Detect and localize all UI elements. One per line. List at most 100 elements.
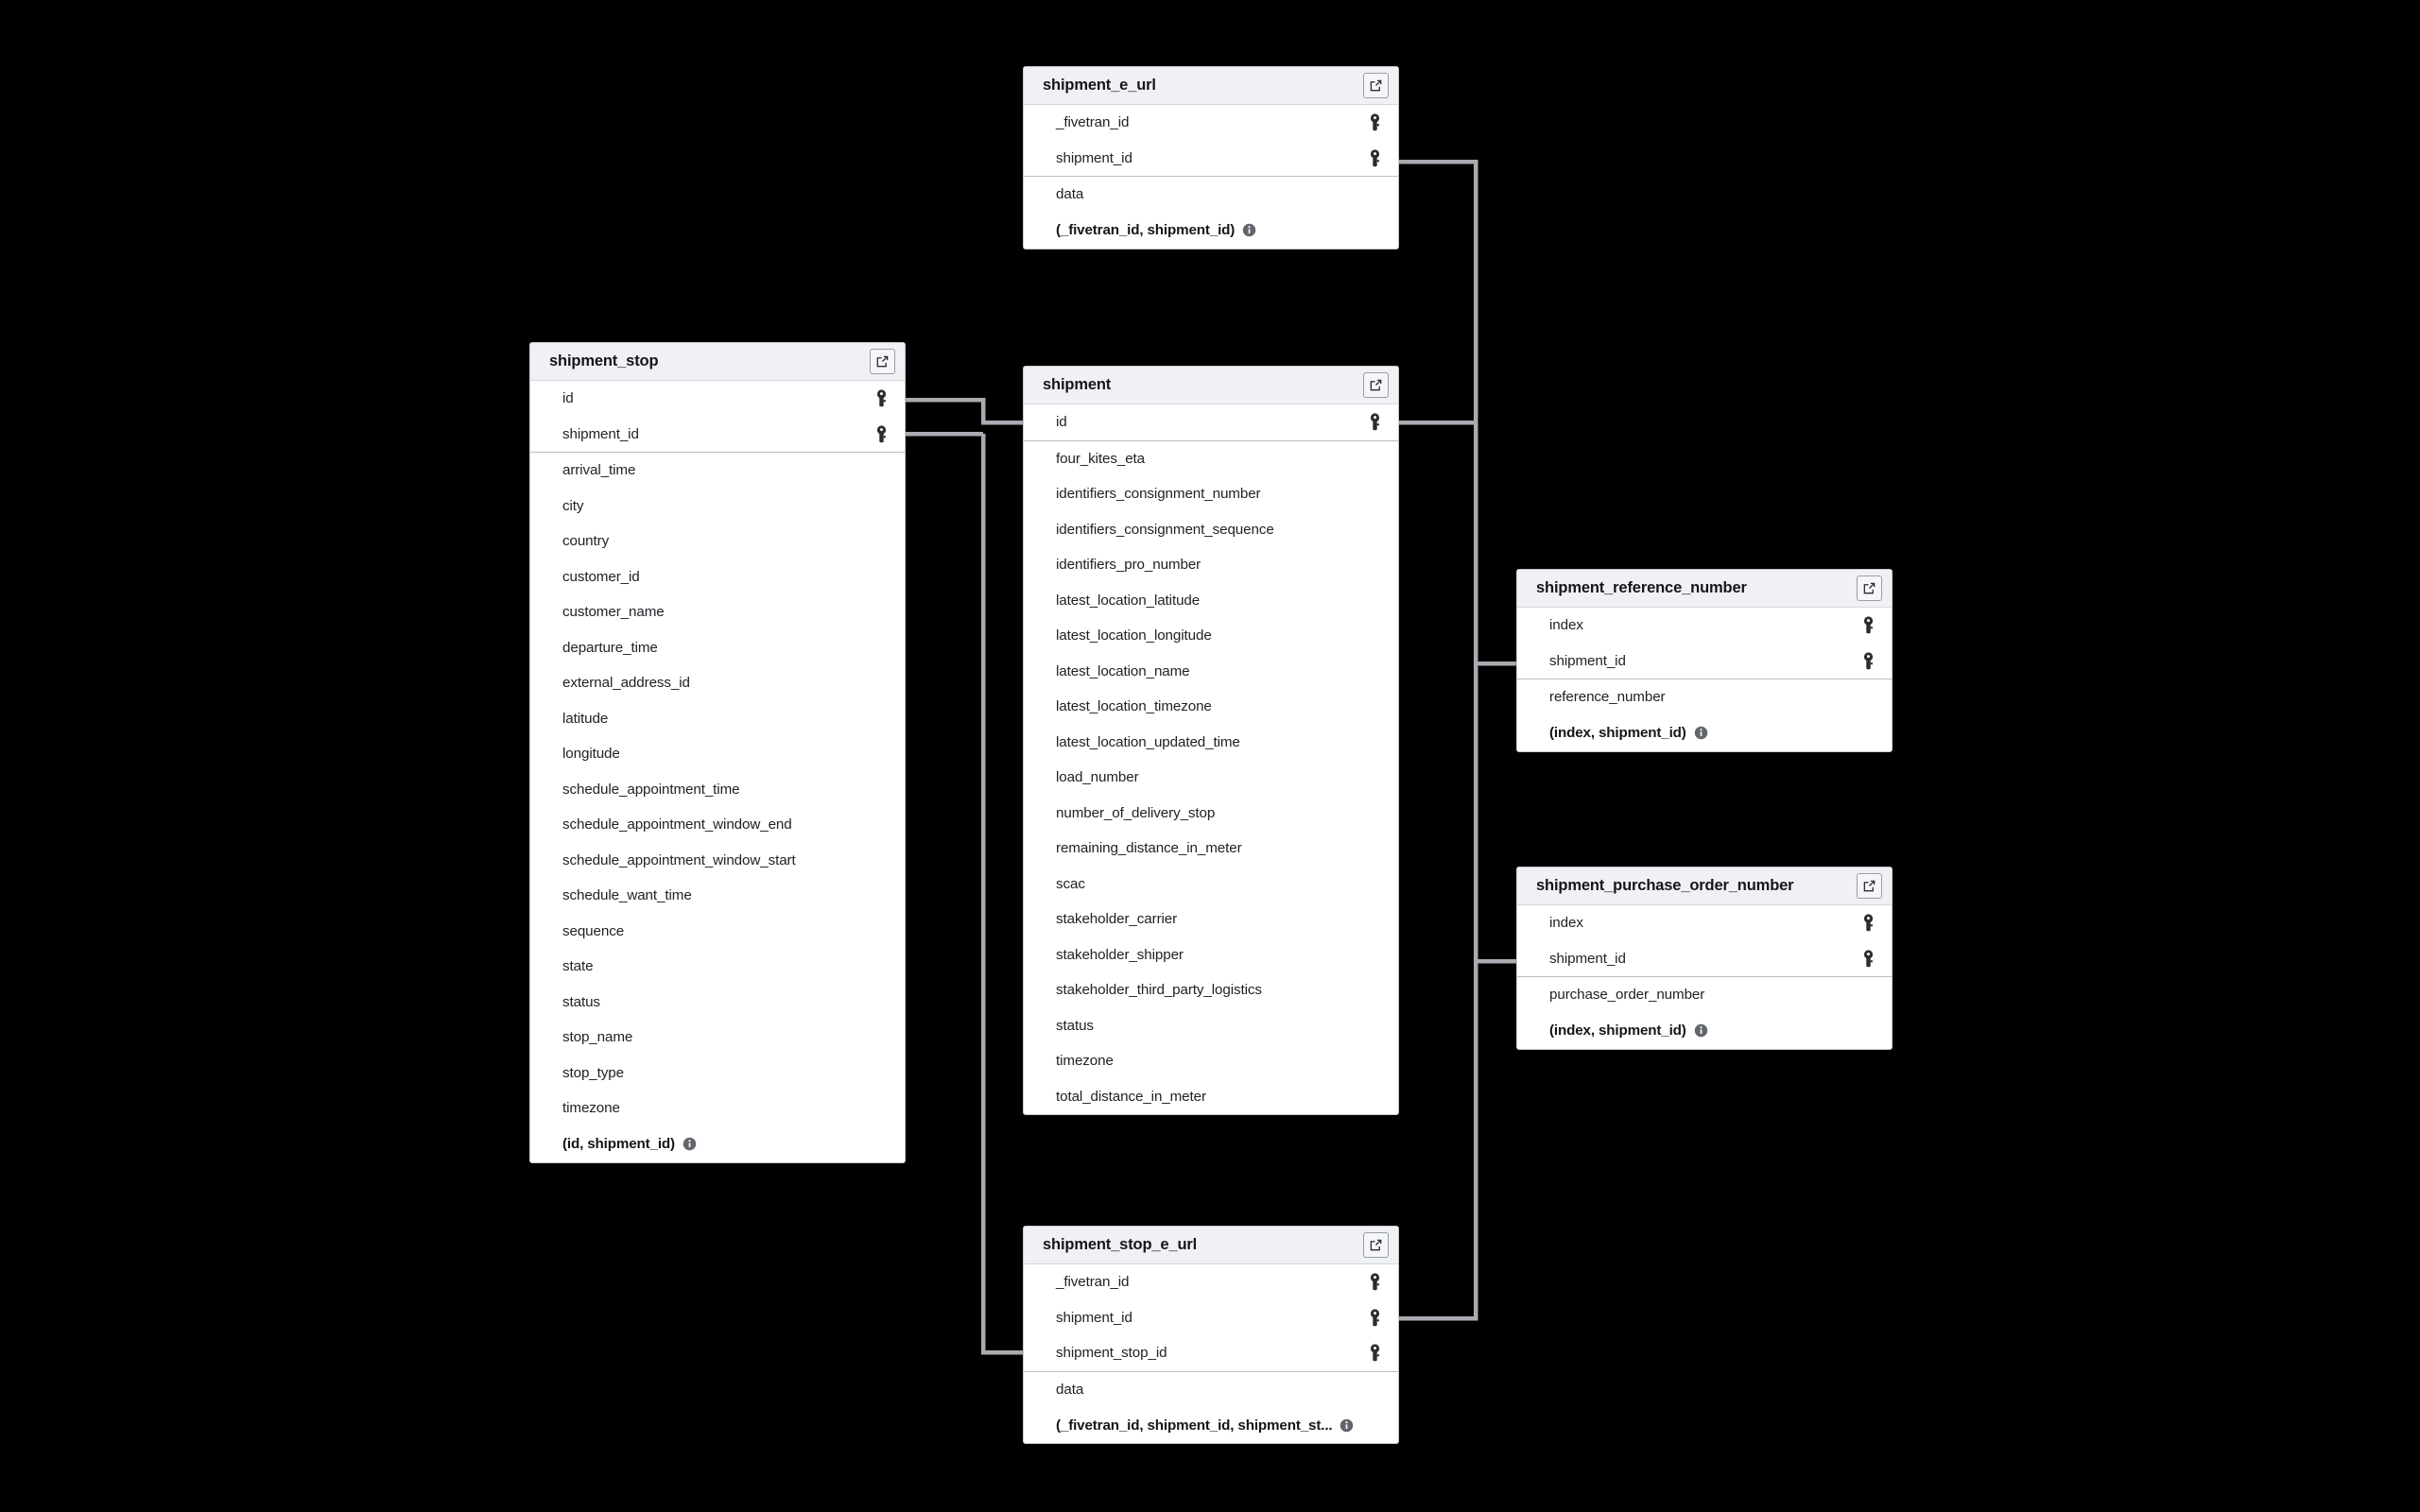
column-name: four_kites_eta [1056,450,1146,467]
column-name: latest_location_timezone [1056,698,1212,715]
table-header: shipment_reference_number [1517,570,1892,608]
column-name: stakeholder_shipper [1056,946,1184,963]
info-icon[interactable] [1340,1418,1354,1433]
column-row[interactable]: timezone [530,1091,905,1126]
column-row[interactable]: departure_time [530,630,905,666]
column-row[interactable]: longitude [530,736,905,772]
column-row[interactable]: shipment_id [530,417,905,453]
column-row[interactable]: external_address_id [530,665,905,701]
external-link-icon[interactable] [1363,372,1389,398]
column-group: arrival_time city country customer_id cu… [530,453,905,1162]
column-row[interactable]: number_of_delivery_stop [1024,796,1398,832]
column-row[interactable]: purchase_order_number [1517,977,1892,1013]
table-shipment-stop[interactable]: shipment_stop id shipment_id arrival_tim… [529,342,906,1163]
column-row[interactable]: latest_location_timezone [1024,689,1398,725]
column-row[interactable]: id [530,381,905,417]
column-name: load_number [1056,769,1139,786]
column-row[interactable]: stop_name [530,1020,905,1056]
table-shipment-purchase-order-number[interactable]: shipment_purchase_order_number index shi… [1516,867,1893,1050]
column-row[interactable]: latest_location_latitude [1024,583,1398,619]
column-row[interactable]: four_kites_eta [1024,441,1398,477]
column-row[interactable]: city [530,489,905,524]
column-name: id [562,390,574,407]
column-row[interactable]: reference_number [1517,679,1892,715]
link-shipment-stop-id-to-shipment [906,397,1023,425]
column-name: state [562,958,594,975]
column-row[interactable]: scac [1024,867,1398,902]
column-row[interactable]: _fivetran_id [1024,105,1398,141]
column-group: four_kites_eta identifiers_consignment_n… [1024,441,1398,1115]
info-icon[interactable] [1694,726,1708,740]
column-row[interactable]: stakeholder_third_party_logistics [1024,972,1398,1008]
column-row[interactable]: identifiers_pro_number [1024,547,1398,583]
column-row[interactable]: customer_id [530,559,905,595]
column-row[interactable]: stakeholder_shipper [1024,937,1398,973]
column-row[interactable]: latest_location_longitude [1024,618,1398,654]
column-group: reference_number (index, shipment_id) [1517,679,1892,751]
composite-key-footer: (index, shipment_id) [1517,1013,1892,1049]
column-row[interactable]: index [1517,608,1892,644]
column-name: schedule_appointment_window_start [562,851,796,868]
column-row[interactable]: customer_name [530,594,905,630]
primary-key-group: index shipment_id [1517,608,1892,679]
column-row[interactable]: country [530,524,905,559]
column-name: identifiers_consignment_sequence [1056,521,1274,538]
column-row[interactable]: status [530,985,905,1021]
column-name: latest_location_longitude [1056,627,1212,644]
column-row[interactable]: status [1024,1008,1398,1044]
external-link-icon[interactable] [870,349,895,374]
column-row[interactable]: identifiers_consignment_sequence [1024,512,1398,548]
column-row[interactable]: stop_type [530,1056,905,1091]
table-shipment-reference-number[interactable]: shipment_reference_number index shipment… [1516,569,1893,752]
column-row[interactable]: id [1024,404,1398,440]
column-row[interactable]: identifiers_consignment_number [1024,476,1398,512]
column-row[interactable]: latest_location_updated_time [1024,725,1398,761]
column-row[interactable]: schedule_appointment_window_end [530,807,905,843]
table-title: shipment_stop [549,352,659,369]
column-row[interactable]: schedule_appointment_window_start [530,843,905,879]
column-name: number_of_delivery_stop [1056,804,1216,821]
column-row[interactable]: shipment_id [1024,141,1398,177]
composite-key-footer: (index, shipment_id) [1517,715,1892,751]
column-row[interactable]: state [530,949,905,985]
info-icon[interactable] [1242,223,1256,237]
primary-key-group: _fivetran_id shipment_id [1024,105,1398,177]
external-link-icon[interactable] [1857,576,1882,601]
column-row[interactable]: shipment_id [1024,1300,1398,1336]
primary-key-group: index shipment_id [1517,905,1892,977]
info-icon[interactable] [683,1137,697,1151]
external-link-icon[interactable] [1363,73,1389,98]
table-shipment-e-url[interactable]: shipment_e_url _fivetran_id shipment_id … [1023,66,1399,249]
column-name: data [1056,1381,1084,1398]
column-row[interactable]: index [1517,905,1892,941]
column-row[interactable]: data [1024,1372,1398,1408]
column-name: city [562,497,584,514]
column-row[interactable]: schedule_want_time [530,878,905,914]
info-icon[interactable] [1694,1023,1708,1038]
composite-key-footer: (_fivetran_id, shipment_id, shipment_st.… [1024,1407,1398,1443]
column-row[interactable]: stakeholder_carrier [1024,902,1398,937]
column-row[interactable]: total_distance_in_meter [1024,1079,1398,1115]
column-row[interactable]: arrival_time [530,453,905,489]
column-row[interactable]: latitude [530,701,905,737]
column-row[interactable]: shipment_id [1517,644,1892,679]
column-row[interactable]: data [1024,177,1398,213]
table-shipment-stop-e-url[interactable]: shipment_stop_e_url _fivetran_id shipmen… [1023,1226,1399,1444]
column-row[interactable]: remaining_distance_in_meter [1024,831,1398,867]
column-group: data (_fivetran_id, shipment_id, shipmen… [1024,1372,1398,1444]
column-name: arrival_time [562,462,636,479]
table-shipment[interactable]: shipment id four_kites_eta identifiers_c… [1023,366,1399,1115]
external-link-icon[interactable] [1857,873,1882,899]
column-name: customer_id [562,568,640,585]
column-row[interactable]: shipment_id [1517,941,1892,977]
column-row[interactable]: latest_location_name [1024,654,1398,690]
column-row[interactable]: schedule_appointment_time [530,772,905,808]
column-row[interactable]: shipment_stop_id [1024,1335,1398,1371]
column-row[interactable]: timezone [1024,1043,1398,1079]
composite-key-label: (id, shipment_id) [562,1136,675,1152]
key-icon [1370,1273,1380,1291]
external-link-icon[interactable] [1363,1232,1389,1258]
column-row[interactable]: sequence [530,914,905,950]
column-row[interactable]: load_number [1024,760,1398,796]
column-row[interactable]: _fivetran_id [1024,1264,1398,1300]
